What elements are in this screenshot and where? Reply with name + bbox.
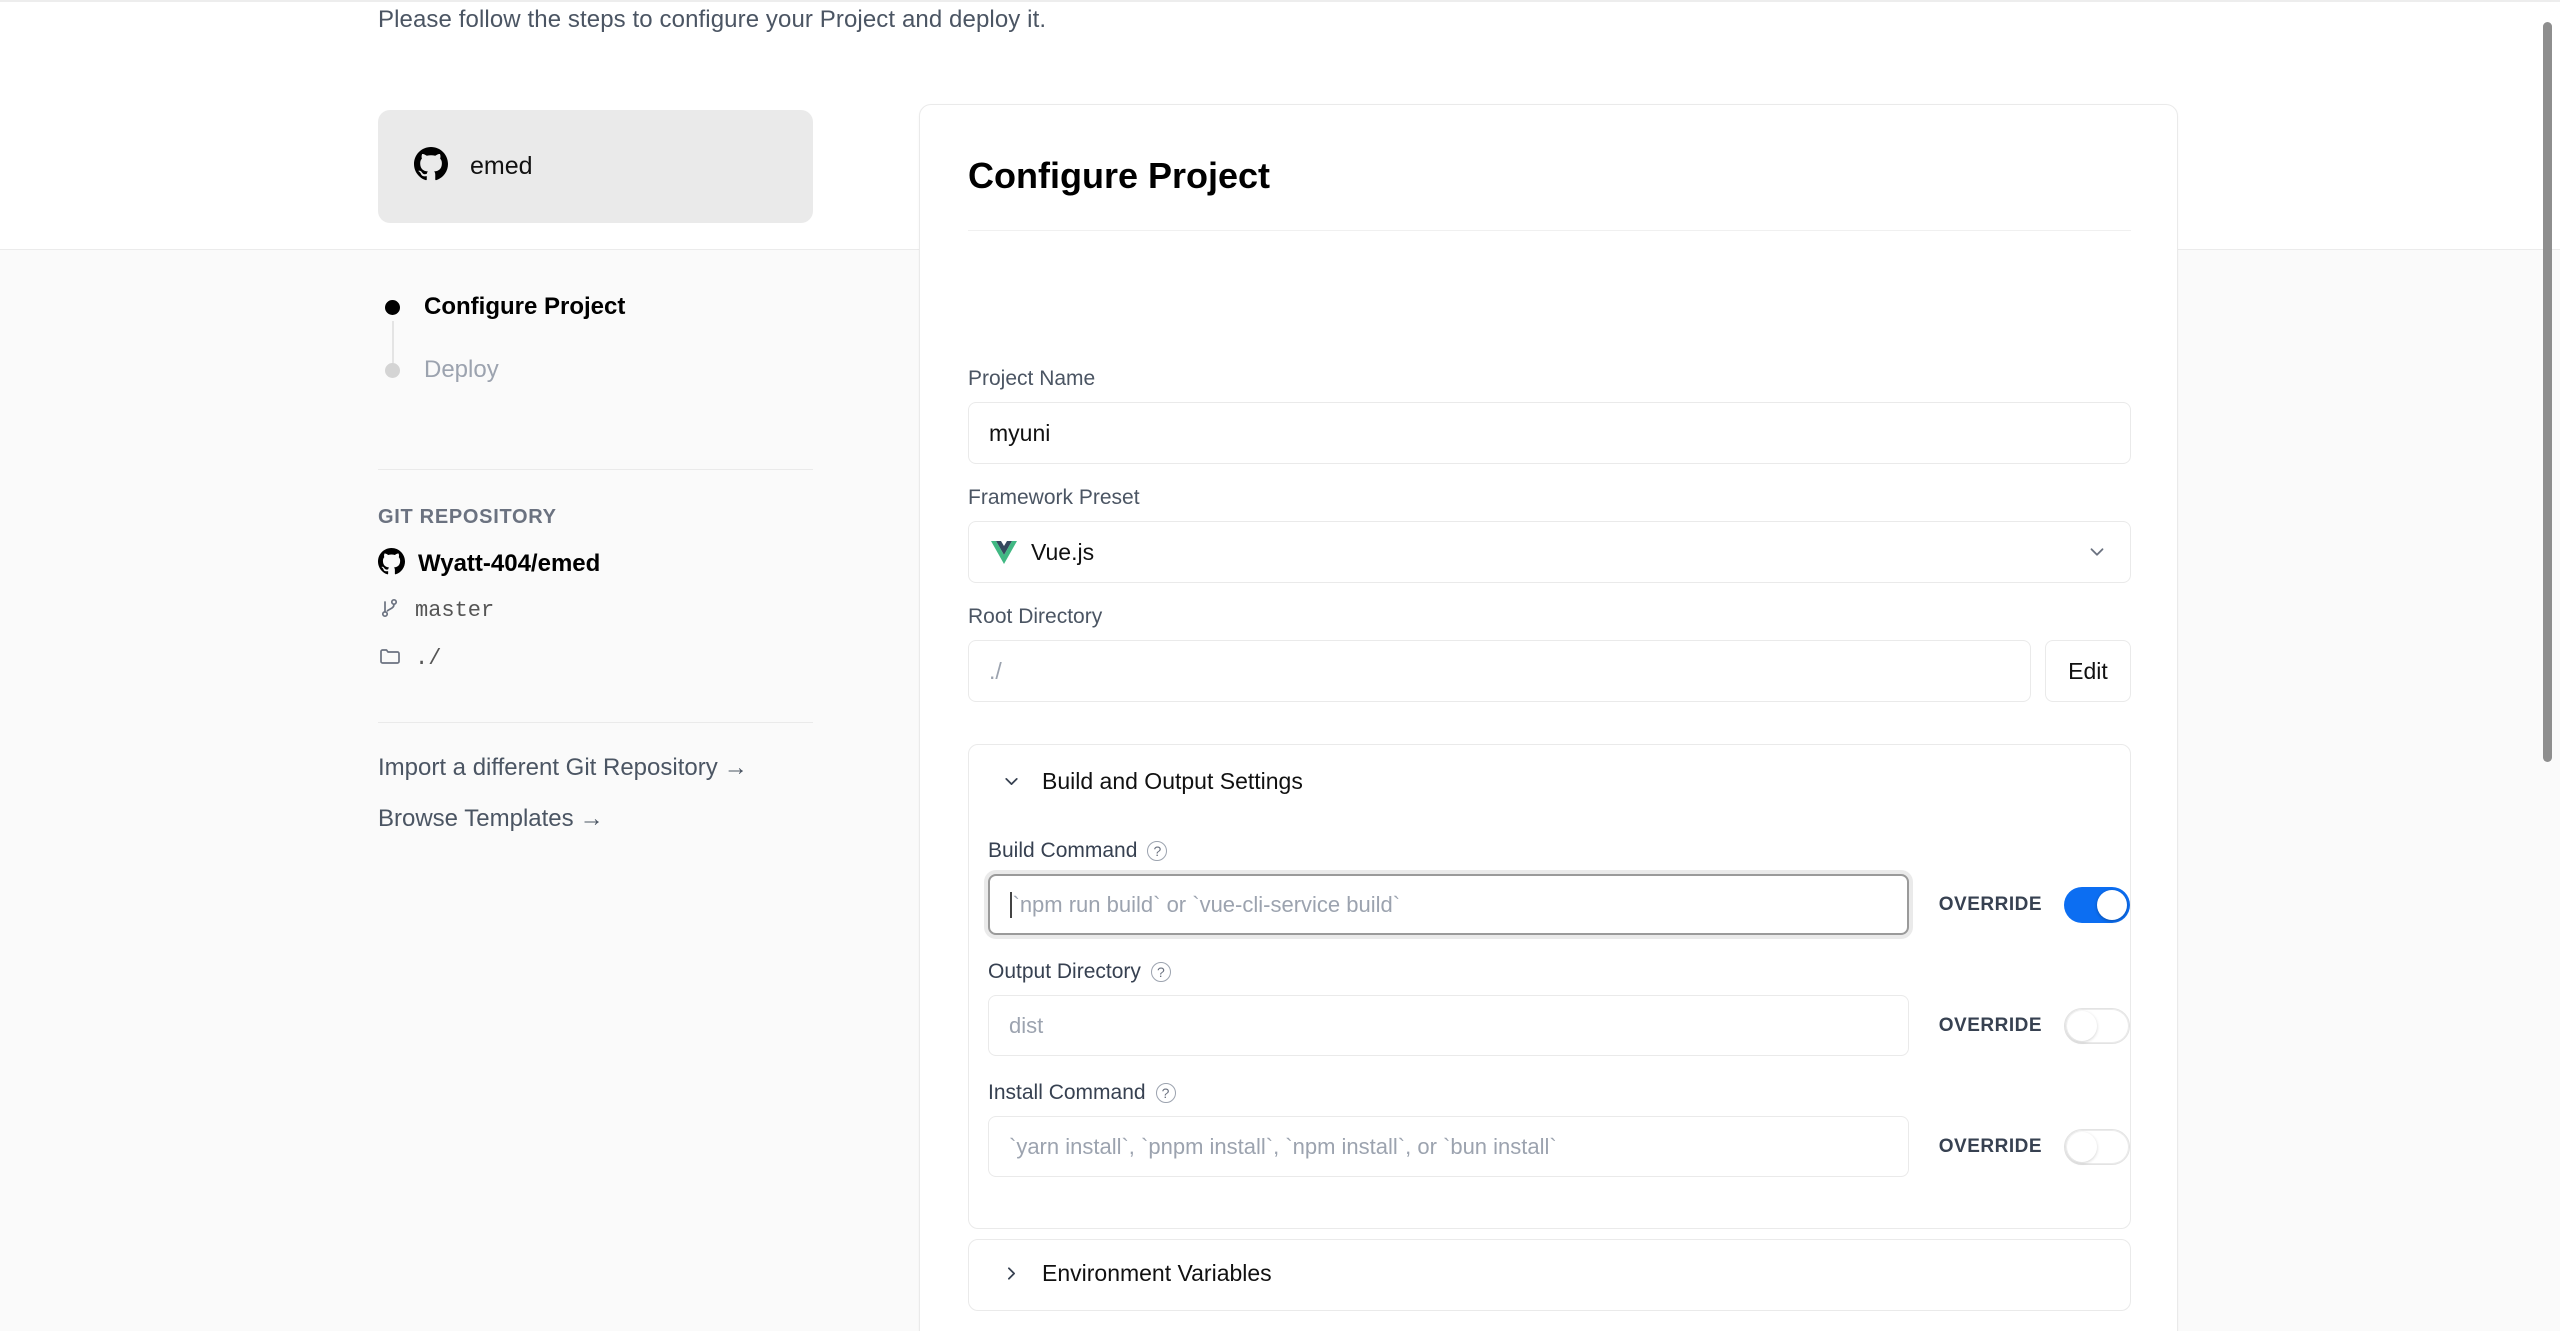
root-directory-label: Root Directory <box>968 605 1103 628</box>
configure-project-card: Configure Project Project Name myuni Fra… <box>919 104 2178 1331</box>
project-name-label: Project Name <box>968 367 1096 390</box>
environment-variables-title: Environment Variables <box>1042 1260 1272 1286</box>
build-settings-rows: Build Command ? `npm run build` or `vue-… <box>969 795 2130 1177</box>
step-label-configure: Configure Project <box>424 293 626 320</box>
git-branch-row: master <box>378 596 494 625</box>
sidebar-divider-top <box>378 469 813 470</box>
output-directory-override-label: OVERRIDE <box>1938 1014 2042 1036</box>
step-label-deploy: Deploy <box>424 356 499 383</box>
output-directory-input-row: dist OVERRIDE <box>988 995 2130 1056</box>
build-command-input-row: `npm run build` or `vue-cli-service buil… <box>988 874 2130 935</box>
build-output-settings-header[interactable]: Build and Output Settings <box>969 745 2130 795</box>
install-command-label: Install Command <box>988 1081 1146 1104</box>
step-configure-project[interactable]: Configure Project <box>383 284 823 363</box>
output-directory-label-group: Output Directory ? <box>988 960 2130 984</box>
step-deploy[interactable]: Deploy <box>383 347 823 393</box>
install-command-label-group: Install Command ? <box>988 1081 2130 1105</box>
project-name-field: Project Name myuni <box>968 367 2131 464</box>
arrow-right-icon: → <box>579 805 604 832</box>
git-branch-name: master <box>415 598 495 623</box>
build-command-override-toggle[interactable] <box>2064 886 2130 923</box>
import-different-repo-label: Import a different Git Repository <box>378 754 718 781</box>
selected-repo-name: emed <box>470 152 533 180</box>
page-subtitle: Please follow the steps to configure you… <box>378 6 1047 33</box>
scrollbar-thumb[interactable] <box>2543 22 2552 762</box>
browse-templates-label: Browse Templates <box>378 805 574 832</box>
vue-logo-icon <box>991 540 1017 564</box>
root-directory-input[interactable]: ./ <box>968 640 2031 702</box>
toggle-knob <box>2067 1010 2097 1041</box>
card-header-divider <box>968 230 2131 231</box>
git-directory-row: ./ <box>378 644 441 673</box>
framework-preset-field: Framework Preset Vue.js <box>968 486 2131 583</box>
page-title: Configure Project <box>968 155 1271 196</box>
install-command-row: Install Command ? `yarn install`, `pnpm … <box>988 1081 2130 1177</box>
git-repo-name: Wyatt-404/emed <box>418 550 601 577</box>
framework-preset-select[interactable]: Vue.js <box>968 521 2131 583</box>
git-repository-heading: GIT REPOSITORY <box>378 506 557 528</box>
help-icon[interactable]: ? <box>1150 962 1171 982</box>
root-directory-field: Root Directory ./ Edit <box>968 605 2131 702</box>
output-directory-row: Output Directory ? dist OVERRIDE <box>988 960 2130 1056</box>
sidebar-divider-bottom <box>378 722 813 723</box>
chevron-down-icon <box>2086 541 2108 563</box>
folder-icon <box>378 644 402 673</box>
branch-icon <box>378 596 402 625</box>
build-output-settings-panel: Build and Output Settings Build Command … <box>968 744 2131 1229</box>
build-command-placeholder: `npm run build` or `vue-cli-service buil… <box>1012 891 1401 917</box>
chevron-right-icon <box>1001 1263 1022 1284</box>
edit-root-directory-button[interactable]: Edit <box>2045 640 2131 702</box>
build-command-label-group: Build Command ? <box>988 839 2130 863</box>
step-dot-active <box>385 299 400 315</box>
step-dot-inactive <box>385 362 400 378</box>
build-command-row: Build Command ? `npm run build` or `vue-… <box>988 839 2130 935</box>
install-command-override-toggle[interactable] <box>2064 1128 2130 1165</box>
page-scrollbar[interactable] <box>2536 0 2560 1331</box>
root-directory-row: ./ Edit <box>968 640 2131 702</box>
help-icon[interactable]: ? <box>1147 841 1168 861</box>
help-icon[interactable]: ? <box>1155 1083 1176 1103</box>
build-command-input[interactable]: `npm run build` or `vue-cli-service buil… <box>988 874 1909 935</box>
framework-preset-label: Framework Preset <box>968 486 1140 509</box>
environment-variables-header[interactable]: Environment Variables <box>969 1240 2130 1287</box>
install-command-input[interactable]: `yarn install`, `pnpm install`, `npm ins… <box>988 1116 1909 1177</box>
git-repo-row: Wyatt-404/emed <box>378 548 600 580</box>
github-icon <box>378 548 405 580</box>
install-command-override-label: OVERRIDE <box>1938 1135 2042 1157</box>
build-output-settings-title: Build and Output Settings <box>1042 768 1303 794</box>
toggle-knob <box>2097 889 2127 920</box>
output-directory-label: Output Directory <box>988 960 1141 983</box>
project-name-input[interactable]: myuni <box>968 402 2131 464</box>
selected-repo-card[interactable]: emed <box>378 110 813 223</box>
arrow-right-icon: → <box>723 754 748 781</box>
import-project-page: Please follow the steps to configure you… <box>0 0 2560 1331</box>
text-caret <box>1010 891 1012 918</box>
browse-templates-link[interactable]: Browse Templates → <box>378 805 604 833</box>
framework-preset-value: Vue.js <box>1031 538 1095 565</box>
output-directory-override-toggle[interactable] <box>2064 1007 2130 1044</box>
build-command-override-label: OVERRIDE <box>1938 893 2042 915</box>
output-directory-input[interactable]: dist <box>988 995 1909 1056</box>
install-command-input-row: `yarn install`, `pnpm install`, `npm ins… <box>988 1116 2130 1177</box>
environment-variables-panel[interactable]: Environment Variables <box>968 1239 2131 1311</box>
github-icon <box>414 147 448 186</box>
chevron-down-icon <box>1001 771 1022 792</box>
git-directory-value: ./ <box>415 646 442 671</box>
steps-list: Configure Project Deploy <box>383 284 823 393</box>
toggle-knob <box>2067 1131 2097 1162</box>
top-hairline <box>0 0 2560 2</box>
build-command-label: Build Command <box>988 839 1138 862</box>
import-different-repo-link[interactable]: Import a different Git Repository → <box>378 754 748 782</box>
